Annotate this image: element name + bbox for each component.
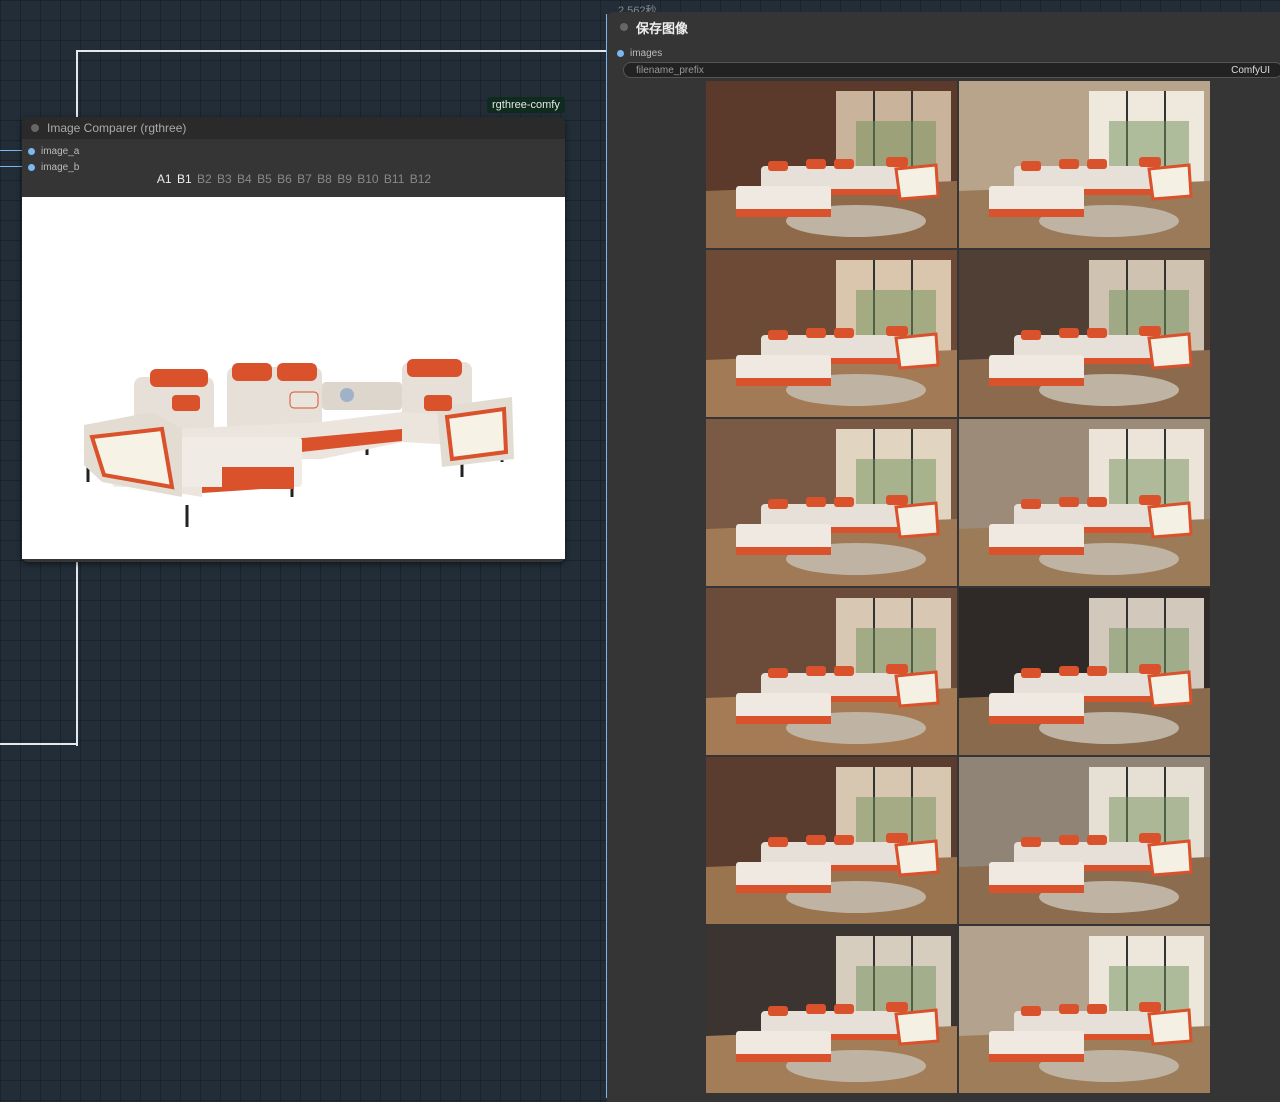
- collapse-dot-icon[interactable]: [31, 124, 39, 132]
- collapse-dot-icon[interactable]: [620, 23, 628, 31]
- input-dot-icon[interactable]: [28, 164, 35, 171]
- input-slot-image-a[interactable]: image_a: [28, 146, 79, 157]
- output-thumbnail[interactable]: [959, 757, 1210, 924]
- output-thumbnail[interactable]: [706, 757, 957, 924]
- node-title-bar[interactable]: Image Comparer (rgthree): [22, 117, 565, 139]
- selector-a1[interactable]: A1: [157, 172, 172, 186]
- selector-b2[interactable]: B2: [197, 172, 212, 186]
- output-thumbnail[interactable]: [959, 926, 1210, 1093]
- output-thumbnail[interactable]: [706, 419, 957, 586]
- filename-prefix-value[interactable]: ComfyUI: [1231, 65, 1270, 76]
- selector-b3[interactable]: B3: [217, 172, 232, 186]
- selector-b5[interactable]: B5: [257, 172, 272, 186]
- comparer-preview-image[interactable]: [22, 197, 565, 559]
- selector-b11[interactable]: B11: [384, 172, 404, 186]
- output-thumbnail[interactable]: [959, 81, 1210, 248]
- input-dot-icon[interactable]: [617, 50, 624, 57]
- selector-b1[interactable]: B1: [177, 172, 192, 186]
- wire-horizontal-bottom: [0, 743, 78, 745]
- rgthree-badge: rgthree-comfy: [487, 97, 565, 113]
- image-comparer-node[interactable]: Image Comparer (rgthree) image_a image_b…: [22, 117, 565, 562]
- selector-b7[interactable]: B7: [297, 172, 312, 186]
- output-thumbnail[interactable]: [706, 588, 957, 755]
- selector-b6[interactable]: B6: [277, 172, 292, 186]
- selector-b10[interactable]: B10: [357, 172, 378, 186]
- save-node-title: 保存图像: [636, 20, 689, 36]
- input-slot-images[interactable]: images: [617, 48, 662, 59]
- wire-horizontal-top: [76, 50, 614, 52]
- output-thumbnail[interactable]: [959, 250, 1210, 417]
- save-node-title-bar[interactable]: 保存图像: [607, 12, 1280, 42]
- output-thumbnail[interactable]: [959, 588, 1210, 755]
- output-thumbnail[interactable]: [706, 250, 957, 417]
- filename-prefix-field[interactable]: filename_prefix ComfyUI: [623, 62, 1280, 78]
- input-dot-icon[interactable]: [28, 148, 35, 155]
- image-selector[interactable]: A1 B1 B2 B3 B4 B5 B6 B7 B8 B9 B10 B11 B1…: [22, 172, 566, 186]
- node-title: Image Comparer (rgthree): [47, 121, 187, 135]
- selector-b9[interactable]: B9: [337, 172, 352, 186]
- filename-prefix-label: filename_prefix: [636, 64, 704, 76]
- wire-vertical-top: [76, 50, 78, 120]
- output-thumbnail[interactable]: [959, 419, 1210, 586]
- selector-b8[interactable]: B8: [317, 172, 332, 186]
- selector-b4[interactable]: B4: [237, 172, 252, 186]
- sofa-product-image: [84, 359, 514, 527]
- selector-b12[interactable]: B12: [410, 172, 431, 186]
- output-image-grid: [706, 81, 1212, 1093]
- save-image-node[interactable]: 保存图像 images filename_prefix ComfyUI: [607, 12, 1280, 1102]
- wire-vertical-bottom: [76, 562, 78, 746]
- output-thumbnail[interactable]: [706, 926, 957, 1093]
- output-thumbnail[interactable]: [706, 81, 957, 248]
